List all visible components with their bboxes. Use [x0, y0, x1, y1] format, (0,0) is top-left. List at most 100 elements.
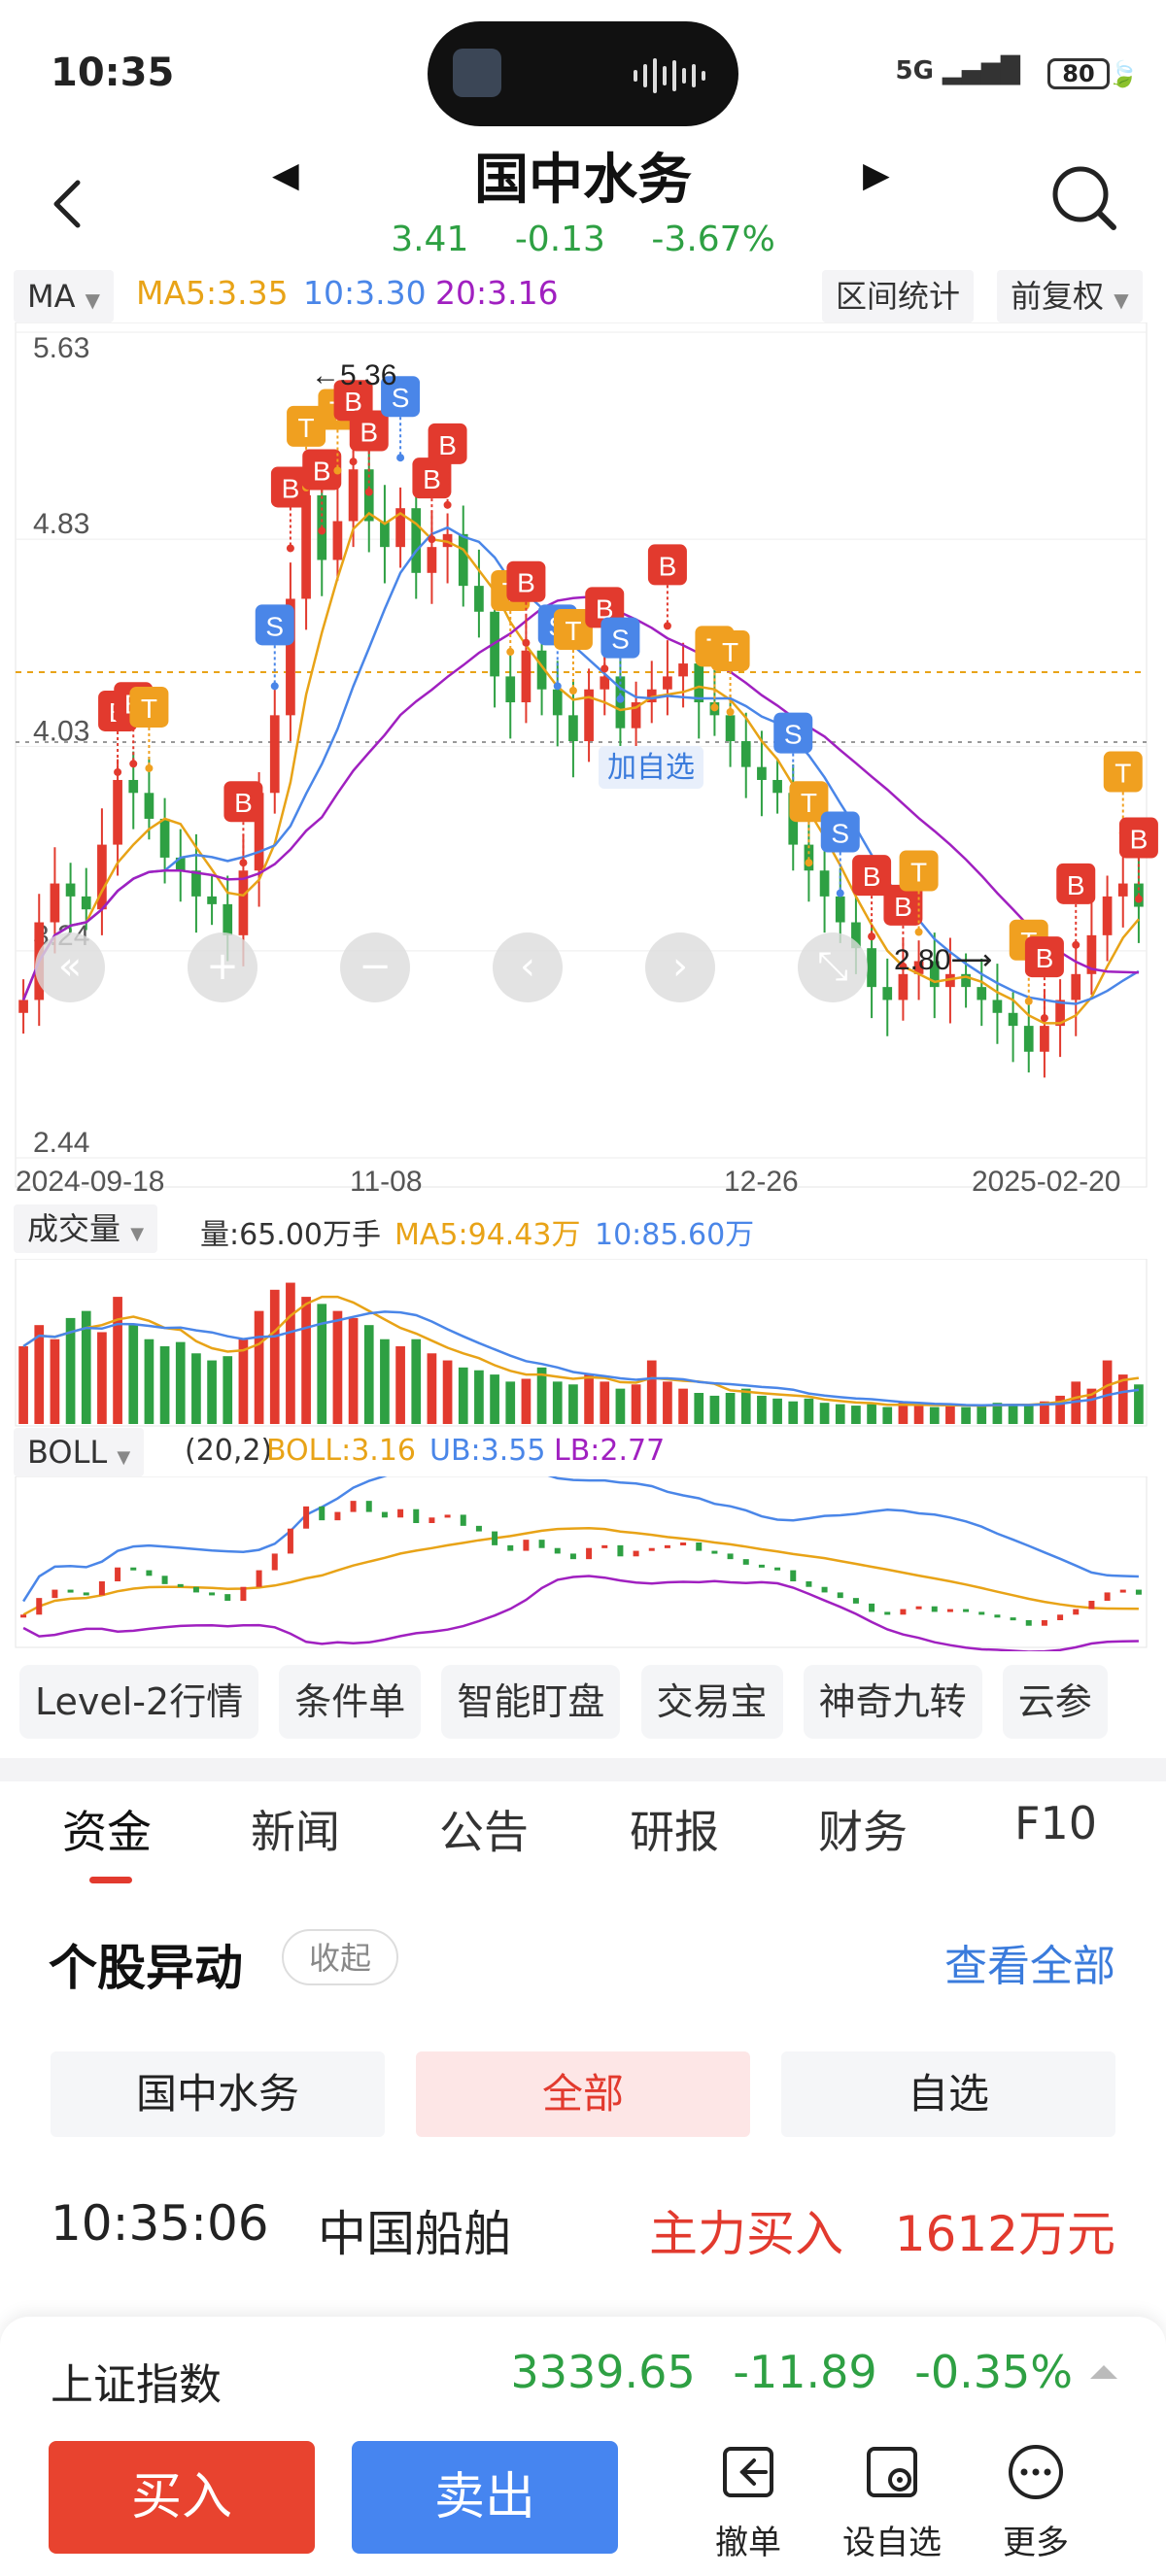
volume-bar — [442, 1360, 453, 1424]
volume-bar — [772, 1398, 782, 1424]
rewind-icon[interactable]: « — [35, 932, 105, 1002]
candle-body — [552, 689, 563, 716]
signal-dot — [129, 760, 138, 768]
sell-button[interactable]: 卖出 — [352, 2441, 618, 2554]
tool-strip: Level-2行情 条件单 智能盯盘 交易宝 神奇九转 云参 — [19, 1665, 1123, 1739]
tab-research[interactable]: 研报 — [630, 1797, 719, 1861]
expand-caret-icon[interactable] — [1090, 2365, 1117, 2379]
volume-bar — [631, 1384, 641, 1424]
set-watch-button[interactable]: 设自选 — [834, 2441, 950, 2563]
candle-body — [159, 818, 170, 858]
boll-candle — [475, 1525, 482, 1532]
candle-body — [1023, 1026, 1034, 1052]
tool-level2[interactable]: Level-2行情 — [19, 1665, 259, 1739]
range-stats-button[interactable]: 区间统计 — [822, 270, 975, 322]
cancel-order-icon — [723, 2447, 773, 2497]
fullscreen-icon[interactable]: ⤡ — [798, 932, 868, 1002]
next-stock-icon[interactable]: ▶ — [863, 155, 890, 195]
signal-dot — [522, 638, 531, 647]
volume-bar — [521, 1378, 532, 1424]
boll-select[interactable]: BOLL ▼ — [14, 1428, 145, 1476]
stock-price: 3.41 — [391, 220, 469, 259]
index-pct: -0.35% — [914, 2346, 1073, 2398]
boll-candle — [1041, 1620, 1047, 1626]
boll-candle — [523, 1540, 530, 1551]
adjust-select[interactable]: 前复权 ▼ — [997, 270, 1143, 322]
list-item[interactable]: 10:35:06 中国船舶 主力买入 1612万元 — [51, 2195, 1115, 2273]
dynamic-island[interactable] — [428, 21, 738, 126]
tool-conditional-order[interactable]: 条件单 — [279, 1665, 422, 1739]
filter-all[interactable]: 全部 — [416, 2051, 750, 2137]
x-tick-label: 11-08 — [350, 1166, 423, 1197]
media-thumbnail — [453, 49, 501, 97]
tool-smart-watch[interactable]: 智能盯盘 — [441, 1665, 621, 1739]
boll-candle — [334, 1511, 341, 1521]
boll-candle — [837, 1592, 843, 1599]
boll-ub: UB:3.55 — [429, 1434, 546, 1468]
tab-finance[interactable]: 财务 — [818, 1797, 908, 1861]
volume-bar — [882, 1407, 893, 1424]
boll-candle — [1010, 1617, 1016, 1621]
boll-candle — [1025, 1620, 1032, 1626]
boll-candle — [36, 1598, 43, 1615]
filter-this-stock[interactable]: 国中水务 — [51, 2051, 385, 2137]
tool-cloud[interactable]: 云参 — [1002, 1665, 1108, 1739]
boll-candle — [146, 1570, 153, 1576]
volume-bar — [238, 1339, 249, 1424]
candle-body — [50, 883, 60, 923]
buy-button[interactable]: 买入 — [49, 2441, 315, 2554]
tool-trade-treasure[interactable]: 交易宝 — [640, 1665, 783, 1739]
tab-news[interactable]: 新闻 — [251, 1797, 340, 1861]
tab-f10[interactable]: F10 — [1014, 1797, 1097, 1849]
candle-body — [1102, 896, 1113, 935]
x-tick-label: 2024-09-18 — [16, 1166, 164, 1197]
boll-candle — [161, 1576, 168, 1584]
zoom-out-icon[interactable]: − — [340, 932, 410, 1002]
signal-letter: B — [423, 464, 441, 494]
boll-candle — [648, 1547, 655, 1551]
signal-letter: B — [438, 430, 457, 460]
boll-ub-line — [22, 1476, 1139, 1603]
gear-icon — [867, 2447, 917, 2497]
candle-body — [238, 870, 249, 935]
candle-body — [348, 469, 359, 522]
candle-body — [521, 650, 532, 703]
pan-left-icon[interactable]: ‹ — [493, 932, 563, 1002]
x-tick-label: 12-26 — [724, 1166, 799, 1197]
boll-chart[interactable] — [0, 1476, 1166, 1651]
zoom-in-icon[interactable]: + — [188, 932, 257, 1002]
more-button[interactable]: 更多 — [977, 2441, 1094, 2563]
filter-watchlist[interactable]: 自选 — [781, 2051, 1115, 2137]
pan-right-icon[interactable]: › — [645, 932, 715, 1002]
signal-letter: B — [282, 473, 300, 503]
boll-candle — [869, 1603, 875, 1612]
boll-candle — [224, 1594, 231, 1601]
battery-icon: 80 — [1047, 58, 1110, 89]
search-icon[interactable] — [1049, 163, 1119, 233]
tab-announcements[interactable]: 公告 — [439, 1797, 529, 1861]
signal-letter: T — [801, 788, 817, 818]
signal-letter: B — [1130, 825, 1149, 855]
tab-funds[interactable]: 资金 — [62, 1797, 152, 1861]
info-tabs: 资金 新闻 公告 研报 财务 F10 — [0, 1797, 1166, 1894]
volume-bar — [175, 1341, 186, 1424]
collapse-button[interactable]: 收起 — [282, 1929, 399, 1985]
tool-magic-nine[interactable]: 神奇九转 — [803, 1665, 982, 1739]
volume-select[interactable]: 成交量 ▼ — [14, 1204, 158, 1253]
signal-dot — [1024, 997, 1033, 1005]
signal-dot — [349, 458, 358, 466]
nav-button-glyph: ‹ — [520, 944, 535, 989]
signal-letter: T — [141, 694, 157, 724]
volume-chart[interactable] — [0, 1259, 1166, 1428]
y-tick-label: 4.03 — [33, 715, 89, 747]
view-all-link[interactable]: 查看全部 — [944, 1931, 1115, 1993]
volume-bar — [977, 1404, 987, 1424]
boll-candle — [319, 1506, 326, 1521]
index-name[interactable]: 上证指数 — [51, 2350, 222, 2412]
volume-bar — [709, 1395, 720, 1424]
cancel-order-button[interactable]: 撤单 — [690, 2441, 806, 2563]
y-tick-label: 2.44 — [33, 1127, 89, 1159]
kline-chart[interactable]: 5.634.834.033.242.44BBTBSBTBTBBSBBTBSTBS… — [0, 322, 1166, 1197]
indicator-select[interactable]: MA ▼ — [14, 270, 115, 322]
boll-candle — [884, 1611, 891, 1615]
